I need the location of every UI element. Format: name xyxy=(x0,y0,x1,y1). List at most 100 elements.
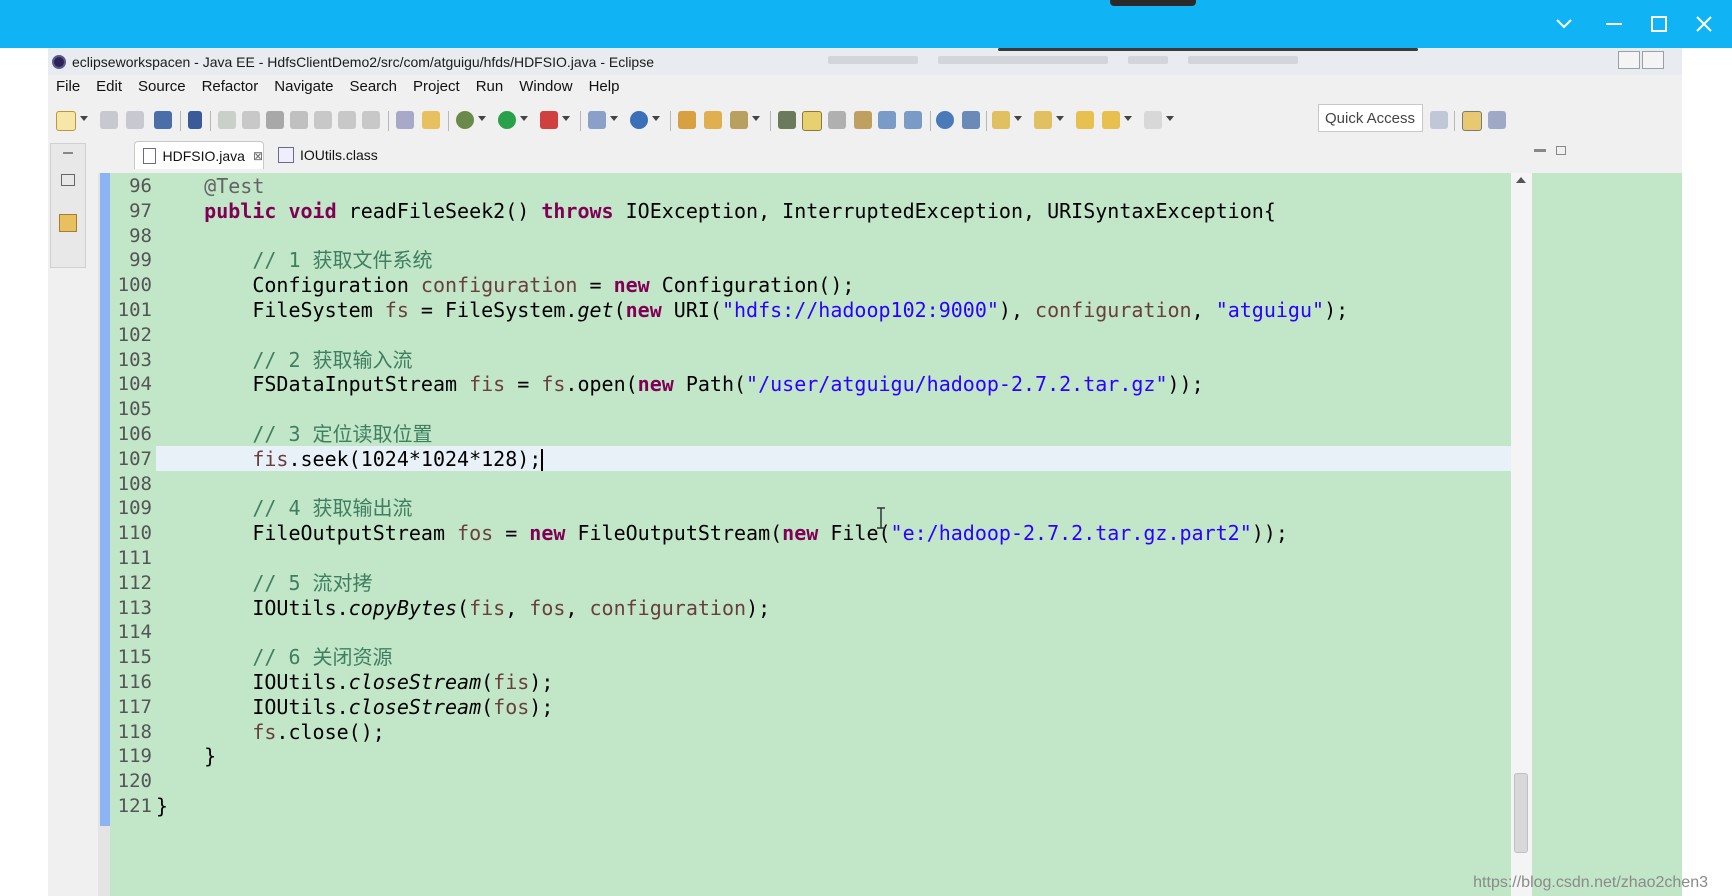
dropdown-arrow-icon[interactable] xyxy=(80,116,88,121)
code-line[interactable]: IOUtils.closeStream(fis); xyxy=(156,669,553,696)
search-icon[interactable] xyxy=(730,111,748,129)
run-icon[interactable] xyxy=(498,111,516,129)
dropdown-arrow-icon[interactable] xyxy=(1166,116,1174,121)
outer-drag-handle[interactable] xyxy=(1110,0,1196,6)
suspend-icon[interactable] xyxy=(242,111,260,129)
previous-annotation-icon[interactable] xyxy=(1034,111,1052,129)
code-editor[interactable]: 96 97 98 99 100 101 102 103 104 105 106 107 108 109 11… xyxy=(98,173,1682,896)
block-selection-icon[interactable] xyxy=(828,111,846,129)
debug-perspective-icon[interactable] xyxy=(1488,111,1506,129)
dropdown-arrow-icon[interactable] xyxy=(1056,116,1064,121)
quick-access-field[interactable]: Quick Access xyxy=(1318,104,1423,132)
restore-view-icon[interactable] xyxy=(61,174,75,186)
dropdown-arrow-icon[interactable] xyxy=(562,116,570,121)
close-tab-icon[interactable]: ⊠ xyxy=(253,149,263,163)
tab-ioutils-class[interactable]: IOUtils.class xyxy=(274,141,414,169)
code-line[interactable]: // 1 获取文件系统 xyxy=(156,247,432,274)
dropdown-arrow-icon[interactable] xyxy=(520,116,528,121)
minimize-editor-icon[interactable] xyxy=(1534,149,1546,152)
dropdown-arrow-icon[interactable] xyxy=(652,116,660,121)
minimize-icon[interactable] xyxy=(1589,6,1639,42)
next-annotation-icon[interactable] xyxy=(992,111,1010,129)
globe-icon[interactable] xyxy=(936,111,954,129)
step-into-icon[interactable] xyxy=(314,111,332,129)
chevron-down-icon[interactable] xyxy=(1539,6,1589,42)
code-line[interactable]: Configuration configuration = new Config… xyxy=(156,272,854,299)
dropdown-arrow-icon[interactable] xyxy=(752,116,760,121)
java-ee-perspective-icon[interactable] xyxy=(1462,111,1482,131)
dropdown-arrow-icon[interactable] xyxy=(478,116,486,121)
drag-handle-icon[interactable] xyxy=(63,152,73,154)
code-line[interactable]: IOUtils.copyBytes(fis, fos, configuratio… xyxy=(156,595,770,622)
menu-run[interactable]: Run xyxy=(468,75,512,99)
restore-button[interactable] xyxy=(1642,51,1664,69)
maximize-editor-icon[interactable] xyxy=(1556,146,1566,155)
back-arrow-icon[interactable] xyxy=(1102,111,1120,129)
wizard-icon[interactable] xyxy=(422,111,440,129)
close-icon[interactable] xyxy=(1679,6,1729,42)
menu-source[interactable]: Source xyxy=(130,75,194,99)
code-line[interactable]: // 2 获取输入流 xyxy=(156,347,412,374)
show-whitespace-icon[interactable] xyxy=(878,111,896,129)
dropdown-arrow-icon[interactable] xyxy=(610,116,618,121)
new-icon[interactable] xyxy=(56,111,76,131)
code-token: void xyxy=(288,198,337,223)
skip-breakpoints-icon[interactable] xyxy=(188,111,202,129)
save-all-icon[interactable] xyxy=(126,111,144,129)
pin-icon[interactable] xyxy=(962,111,980,129)
debug-icon[interactable] xyxy=(456,111,474,129)
code-line[interactable]: FSDataInputStream fis = fs.open(new Path… xyxy=(156,371,1203,398)
code-line[interactable]: } xyxy=(156,743,216,770)
code-line[interactable]: // 5 流对拷 xyxy=(156,570,372,597)
menu-refactor[interactable]: Refactor xyxy=(194,75,267,99)
menu-file[interactable]: File xyxy=(48,75,88,99)
annotation-icon[interactable] xyxy=(778,111,796,129)
menu-navigate[interactable]: Navigate xyxy=(266,75,341,99)
dropdown-arrow-icon[interactable] xyxy=(1124,116,1132,121)
code-line[interactable]: public void readFileSeek2() throws IOExc… xyxy=(156,198,1276,225)
code-line[interactable]: // 4 获取输出流 xyxy=(156,495,412,522)
vertical-scrollbar[interactable] xyxy=(1511,173,1532,896)
maximize-icon[interactable] xyxy=(1634,6,1684,42)
code-line[interactable]: // 3 定位读取位置 xyxy=(156,421,432,448)
resume-icon[interactable] xyxy=(218,111,236,129)
code-text-area[interactable]: @Test public void readFileSeek2() throws… xyxy=(156,173,1511,896)
menu-project[interactable]: Project xyxy=(405,75,468,99)
code-line[interactable]: IOUtils.closeStream(fos); xyxy=(156,694,553,721)
task-list-icon[interactable] xyxy=(396,111,414,129)
open-folder-icon[interactable] xyxy=(704,111,722,129)
code-line[interactable]: fis.seek(1024*1024*128); xyxy=(156,446,544,473)
pilcrow-icon[interactable] xyxy=(904,111,922,129)
dropdown-arrow-icon[interactable] xyxy=(1014,116,1022,121)
open-type-icon[interactable] xyxy=(678,111,696,129)
save-icon[interactable] xyxy=(100,111,118,129)
scrollbar-thumb[interactable] xyxy=(1514,773,1528,853)
code-line[interactable]: FileOutputStream fos = new FileOutputStr… xyxy=(156,520,1288,547)
code-line[interactable]: @Test xyxy=(156,173,264,200)
word-wrap-icon[interactable] xyxy=(854,111,872,129)
menu-help[interactable]: Help xyxy=(581,75,628,99)
server-icon[interactable] xyxy=(588,111,606,129)
minimize-button[interactable] xyxy=(1618,51,1640,69)
disconnect-icon[interactable] xyxy=(290,111,308,129)
package-explorer-icon[interactable] xyxy=(59,214,77,232)
open-console-icon[interactable] xyxy=(154,111,172,129)
menu-edit[interactable]: Edit xyxy=(88,75,130,99)
menu-window[interactable]: Window xyxy=(511,75,580,99)
step-over-icon[interactable] xyxy=(338,111,356,129)
code-line[interactable]: // 6 关闭资源 xyxy=(156,644,392,671)
code-line[interactable]: fs.close(); xyxy=(156,719,384,746)
step-return-icon[interactable] xyxy=(362,111,380,129)
new-java-class-icon[interactable] xyxy=(630,111,648,129)
forward-arrow-icon[interactable] xyxy=(1144,111,1162,129)
last-edit-location-icon[interactable] xyxy=(1076,111,1094,129)
terminate-icon[interactable] xyxy=(266,111,284,129)
code-line[interactable]: FileSystem fs = FileSystem.get(new URI("… xyxy=(156,297,1348,324)
mark-occurrences-icon[interactable] xyxy=(802,111,822,131)
scroll-up-icon[interactable] xyxy=(1516,177,1526,183)
menu-search[interactable]: Search xyxy=(341,75,405,99)
external-tools-icon[interactable] xyxy=(540,111,558,129)
open-perspective-icon[interactable] xyxy=(1430,111,1448,129)
code-line[interactable]: } xyxy=(156,793,168,820)
tab-hdfsio-java[interactable]: HDFSIO.java ⊠ xyxy=(134,141,264,169)
